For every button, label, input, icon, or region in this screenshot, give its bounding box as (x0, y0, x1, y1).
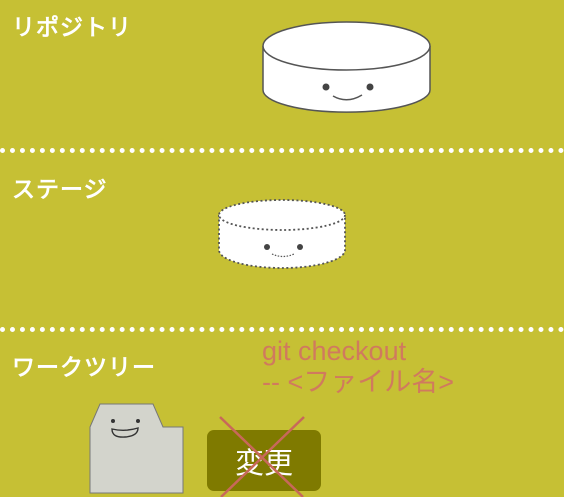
cross-mark-icon (219, 416, 305, 497)
